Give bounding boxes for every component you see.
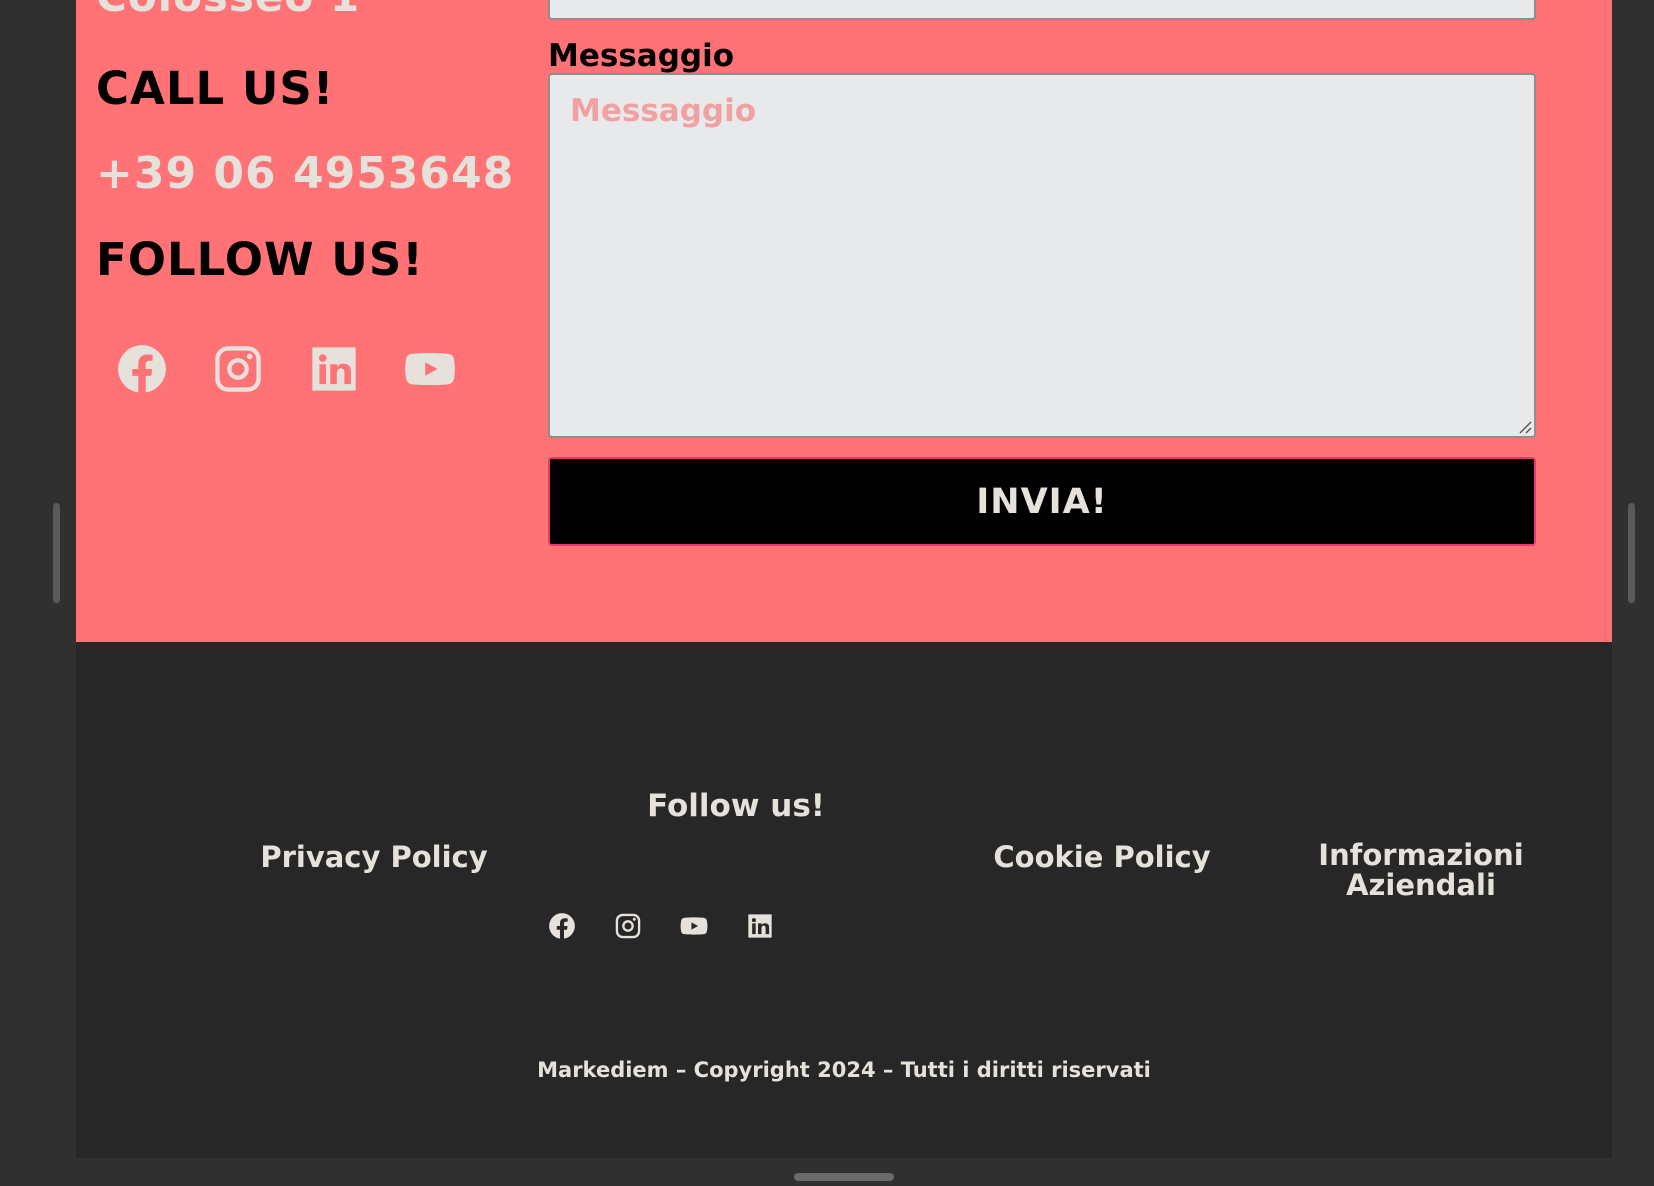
- bottom-scroll-handle[interactable]: [794, 1173, 894, 1181]
- cookie-policy-link[interactable]: Cookie Policy: [916, 840, 1288, 874]
- youtube-icon[interactable]: [680, 912, 708, 940]
- resize-grip-icon[interactable]: [1518, 420, 1532, 434]
- footer-follow-heading: Follow us!: [647, 788, 825, 824]
- instagram-icon[interactable]: [212, 343, 264, 395]
- phone-number[interactable]: +39 06 4953648: [96, 148, 514, 199]
- facebook-icon[interactable]: [548, 912, 576, 940]
- site-footer: Privacy Policy Follow us! Cookie Policy …: [76, 642, 1612, 1158]
- facebook-icon[interactable]: [116, 343, 168, 395]
- submit-button[interactable]: INVIA!: [548, 457, 1536, 546]
- company-info-link[interactable]: Informazioni Aziendali: [1271, 840, 1571, 900]
- call-us-heading: CALL US!: [96, 62, 335, 115]
- message-label: Messaggio: [548, 38, 734, 74]
- address-text: Colosseo 1: [96, 0, 360, 21]
- follow-us-heading: FOLLOW US!: [96, 233, 424, 286]
- privacy-policy-link[interactable]: Privacy Policy: [184, 840, 564, 874]
- copyright-text: Markediem – Copyright 2024 – Tutti i dir…: [537, 1058, 1151, 1082]
- right-scroll-handle[interactable]: [1628, 503, 1635, 603]
- left-scroll-handle[interactable]: [53, 503, 60, 603]
- linkedin-icon[interactable]: [746, 912, 774, 940]
- youtube-icon[interactable]: [404, 343, 456, 395]
- previous-input-field[interactable]: [548, 0, 1536, 20]
- contact-section: Colosseo 1 CALL US! +39 06 4953648 FOLLO…: [76, 0, 1612, 642]
- footer-social-links: [548, 912, 774, 940]
- contact-social-links: [116, 343, 456, 395]
- page: Colosseo 1 CALL US! +39 06 4953648 FOLLO…: [76, 0, 1612, 1158]
- message-textarea[interactable]: [548, 73, 1536, 438]
- linkedin-icon[interactable]: [308, 343, 360, 395]
- instagram-icon[interactable]: [614, 912, 642, 940]
